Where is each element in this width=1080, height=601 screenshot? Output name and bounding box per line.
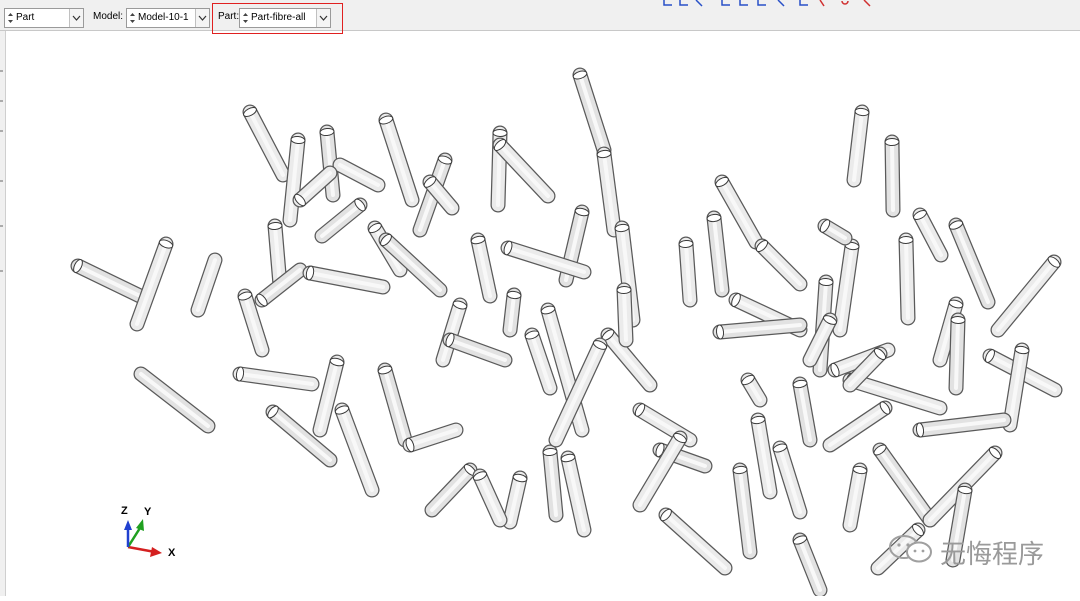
triad-y-label: Y (144, 506, 152, 518)
fibre-cylinder (472, 468, 508, 528)
part-selection-highlight (212, 3, 343, 34)
y-axis-arrow (126, 527, 142, 548)
fibre-cylinder (133, 366, 216, 434)
fibre-cylinder (792, 376, 818, 448)
x-axis-arrow (127, 545, 156, 554)
fibre-cylinder (282, 132, 306, 228)
fibre-cylinder (658, 507, 733, 576)
fibre-cylinder (898, 232, 916, 326)
fibre-cylinder (190, 252, 223, 318)
x-axis-arrowhead (150, 547, 162, 557)
fibre-cylinder (832, 238, 860, 338)
module-dropdown-button[interactable] (69, 9, 83, 27)
fibre-cylinder (912, 412, 1012, 438)
fibre-cylinder (70, 258, 148, 304)
fibre-cylinder (912, 207, 949, 263)
fibre-cylinder (792, 532, 828, 596)
model-dropdown-button[interactable] (195, 9, 209, 27)
fibre-cylinder (242, 104, 291, 183)
fibre-cylinder (678, 236, 698, 308)
module-combo[interactable]: Part (4, 8, 84, 28)
fibre-cylinder (402, 422, 464, 453)
fibre-cylinder (302, 265, 391, 295)
fibre-cylinder (314, 197, 368, 244)
view-tools-icon-strip[interactable] (660, 0, 890, 7)
triad-z-label: Z (121, 505, 128, 517)
model-label: Model: (93, 11, 124, 22)
fibre-cylinder (884, 134, 901, 218)
fibre-group (70, 67, 1063, 596)
watermark-text: 无悔程序 (940, 539, 1045, 569)
fibre-cylinder (424, 462, 478, 518)
spin-arrows-icon[interactable] (7, 11, 14, 25)
triad-x-label: X (168, 547, 176, 559)
fibre-cylinder (632, 430, 688, 513)
z-axis-arrowhead (124, 520, 132, 530)
module-value: Part (16, 12, 35, 23)
fibre-cylinder (572, 67, 612, 158)
fibre-cylinder (560, 450, 592, 538)
spin-arrows-icon[interactable] (129, 11, 136, 25)
fibre-cylinder (750, 412, 778, 500)
y-axis-arrowhead (136, 519, 144, 531)
fibre-cylinder (740, 372, 768, 408)
fibre-cylinder (712, 317, 808, 340)
fibre-cylinder (332, 157, 386, 193)
fibre-cylinder (754, 238, 808, 292)
fibre-cylinder (502, 470, 528, 530)
fibre-cylinder (872, 442, 938, 528)
axis-triad (124, 519, 162, 557)
chevron-down-icon (198, 15, 207, 21)
fibre-cylinder (442, 332, 513, 368)
model-viewport[interactable] (6, 31, 1080, 596)
fibre-cylinder (948, 312, 966, 396)
fibre-cylinder (129, 236, 174, 332)
fibre-cylinder (706, 210, 730, 298)
watermark: 无悔程序 (884, 534, 1044, 569)
wechat-logo-icon (889, 535, 932, 563)
fibre-cylinder (817, 218, 853, 246)
fibre-cylinder (846, 104, 870, 188)
fibre-cylinder (990, 254, 1062, 338)
fibre-cylinder (377, 362, 413, 448)
fibre-cylinder (732, 462, 758, 560)
fibre-cylinder (470, 232, 498, 304)
fibre-cylinder (267, 218, 288, 293)
fibre-cylinder (822, 400, 893, 453)
fibre-cylinder (616, 282, 634, 348)
fibre-cylinder (772, 440, 808, 520)
fibre-cylinder (1002, 342, 1030, 433)
fibre-cylinder (232, 366, 320, 392)
context-toolbar: Part Model: Model-10-1 Part: Part-fibre-… (0, 0, 1080, 31)
fibre-cylinder (948, 217, 996, 310)
fibre-cylinder (502, 287, 522, 338)
fibre-cylinder (596, 146, 622, 238)
fibre-cylinder (842, 462, 868, 533)
fibre-cylinder (524, 327, 558, 396)
fibre-cylinder (334, 402, 380, 498)
model-value: Model-10-1 (138, 12, 189, 23)
chevron-down-icon (72, 15, 81, 21)
model-combo[interactable]: Model-10-1 (126, 8, 210, 28)
fibre-cylinder (542, 444, 564, 523)
